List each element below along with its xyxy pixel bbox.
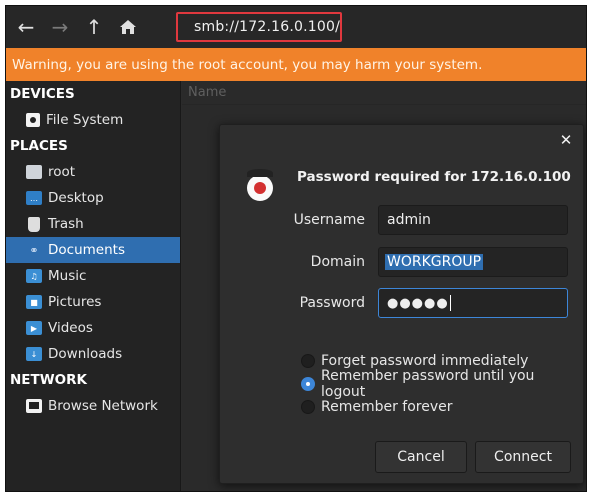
radio-label: Remember forever (321, 399, 453, 415)
password-field[interactable]: ●●●●● (378, 288, 568, 318)
sidebar-item-file-system[interactable]: File System (6, 107, 180, 133)
toolbar: ← → ↑ smb://172.16.0.100/ (6, 6, 586, 48)
sidebar-item-music[interactable]: ♫ Music (6, 263, 180, 289)
password-dialog-icon (247, 169, 273, 201)
sidebar-item-label: File System (46, 112, 124, 128)
sidebar-item-label: Documents (48, 242, 125, 258)
desktop-folder-icon: … (26, 191, 42, 205)
root-warning-bar: Warning, you are using the root account,… (6, 48, 586, 81)
sidebar-item-pictures[interactable]: ■ Pictures (6, 289, 180, 315)
sidebar-item-browse-network[interactable]: Browse Network (6, 393, 180, 419)
sidebar-item-label: Browse Network (48, 398, 158, 414)
music-folder-icon: ♫ (26, 269, 42, 283)
sidebar-item-root[interactable]: root (6, 159, 180, 185)
domain-label: Domain (310, 254, 365, 270)
file-manager-window: ← → ↑ smb://172.16.0.100/ Warning, you a… (5, 5, 587, 492)
radio-indicator (301, 400, 315, 414)
username-row: Username admin (220, 205, 583, 235)
sidebar-item-downloads[interactable]: ↓ Downloads (6, 341, 180, 367)
sidebar-item-label: Trash (48, 216, 84, 232)
sidebar-item-trash[interactable]: Trash (6, 211, 180, 237)
radio-label: Forget password immediately (321, 353, 529, 369)
cancel-button[interactable]: Cancel (375, 441, 467, 473)
close-icon[interactable]: ✕ (557, 131, 575, 149)
username-field[interactable]: admin (378, 205, 568, 235)
username-label: Username (293, 212, 365, 228)
location-bar[interactable]: smb://172.16.0.100/ (176, 12, 342, 42)
domain-row: Domain WORKGROUP (220, 247, 583, 277)
sidebar: DEVICES File System PLACES root … Deskto… (6, 81, 181, 491)
forward-icon[interactable]: → (46, 13, 74, 41)
password-value: ●●●●● (387, 296, 449, 311)
radio-indicator (301, 354, 315, 368)
downloads-folder-icon: ↓ (26, 347, 42, 361)
radio-remember-until-logout[interactable]: Remember password until you logout (301, 368, 583, 400)
sidebar-item-label: Music (48, 268, 87, 284)
up-icon[interactable]: ↑ (80, 13, 108, 41)
sidebar-item-label: Videos (48, 320, 93, 336)
network-icon (26, 399, 42, 413)
home-icon[interactable] (114, 13, 142, 41)
devices-heading: DEVICES (10, 86, 75, 102)
sidebar-item-desktop[interactable]: … Desktop (6, 185, 180, 211)
warning-text: Warning, you are using the root account,… (12, 56, 483, 73)
sidebar-item-label: Desktop (48, 190, 104, 206)
location-text: smb://172.16.0.100/ (194, 19, 341, 35)
name-column-header[interactable]: Name (182, 81, 586, 105)
connect-button[interactable]: Connect (475, 441, 571, 473)
sidebar-item-documents[interactable]: ⚭ Documents (6, 237, 180, 263)
drive-icon (26, 113, 40, 127)
domain-field[interactable]: WORKGROUP (378, 247, 568, 277)
home-folder-icon (26, 165, 42, 179)
videos-folder-icon: ▶ (26, 321, 42, 335)
dialog-title: Password required for 172.16.0.100 (297, 169, 571, 185)
domain-value: WORKGROUP (385, 254, 484, 270)
pictures-folder-icon: ■ (26, 295, 42, 309)
sidebar-item-label: Pictures (48, 294, 102, 310)
back-icon[interactable]: ← (12, 13, 40, 41)
text-cursor (449, 295, 451, 311)
radio-indicator (301, 377, 315, 391)
sidebar-item-label: Downloads (48, 346, 123, 362)
documents-folder-icon: ⚭ (29, 243, 39, 257)
sidebar-item-label: root (48, 164, 76, 180)
trash-icon (28, 216, 40, 232)
sidebar-item-videos[interactable]: ▶ Videos (6, 315, 180, 341)
password-dialog: ✕ Password required for 172.16.0.100 Use… (219, 124, 584, 484)
username-value: admin (387, 212, 431, 228)
password-row: Password ●●●●● (220, 288, 583, 318)
radio-remember-forever[interactable]: Remember forever (301, 396, 453, 418)
network-heading: NETWORK (10, 372, 87, 388)
password-label: Password (299, 295, 365, 311)
places-heading: PLACES (10, 138, 68, 154)
